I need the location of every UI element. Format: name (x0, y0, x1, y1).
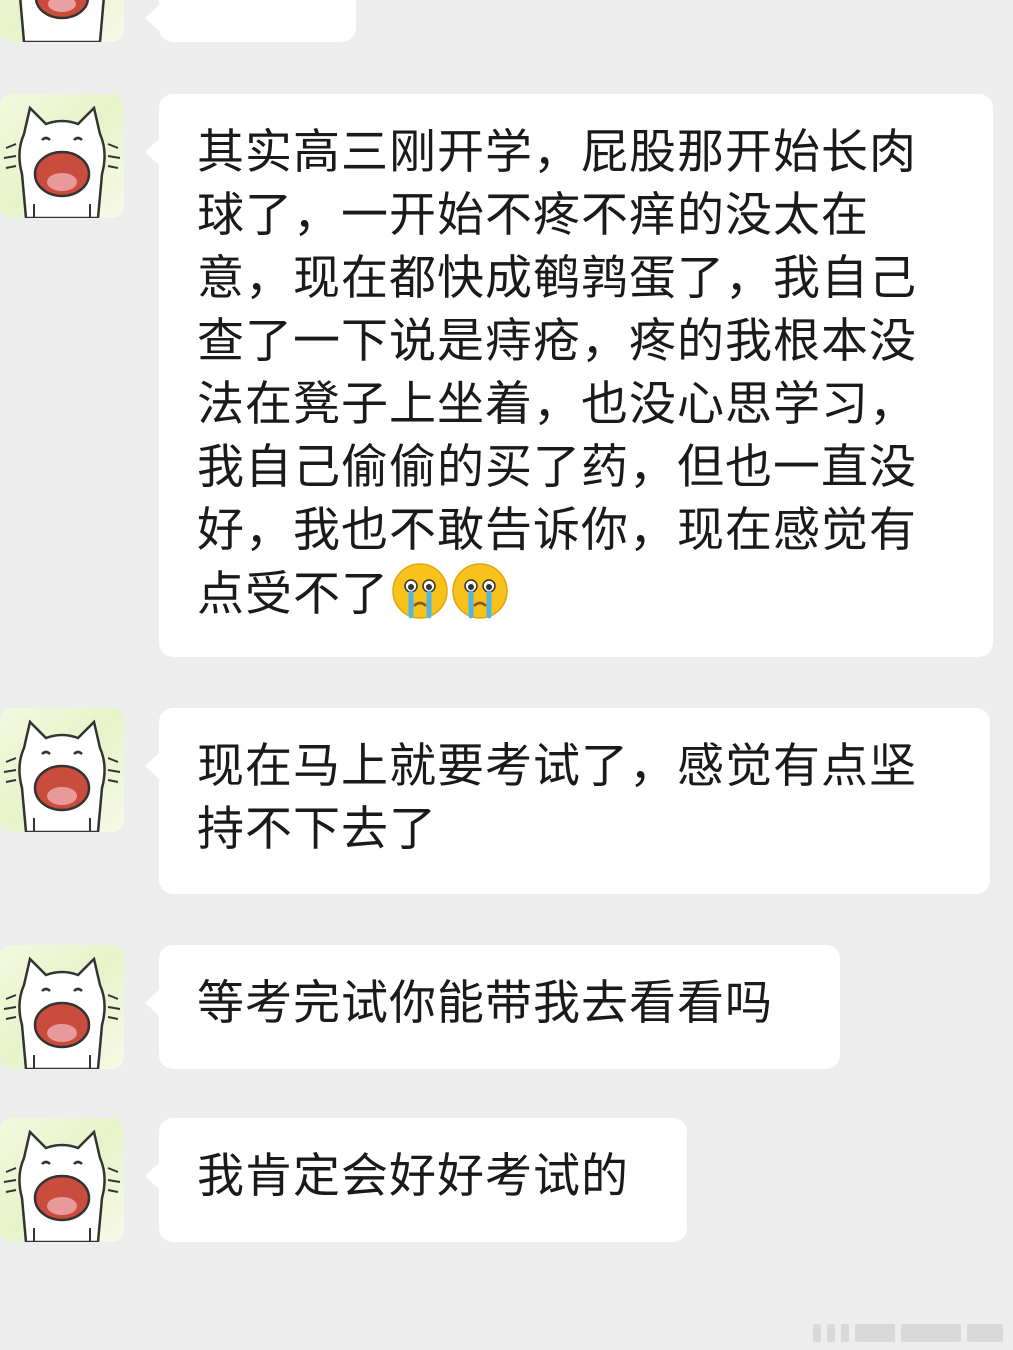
crying-face-icon (452, 563, 508, 619)
avatar[interactable] (0, 708, 124, 832)
crying-cat-avatar-icon (19, 0, 105, 42)
message-bubble[interactable]: 等考完试你能带我去看看吗 (145, 945, 840, 1069)
avatar[interactable] (0, 0, 124, 42)
avatar[interactable] (0, 1118, 124, 1242)
message-bubble[interactable]: 现在马上就要考试了，感觉有点坚持不下去了 (145, 708, 990, 894)
avatar[interactable] (0, 945, 124, 1069)
crying-cat-avatar-icon (3, 719, 121, 832)
message-text: 我肯定会好好考试的 (197, 1149, 629, 1204)
message-text: 现在马上就要考试了，感觉有点坚持不下去了 (197, 739, 917, 857)
crying-cat-avatar-icon (3, 105, 121, 218)
message-bubble[interactable]: 我肯定会好好考试的 (145, 1118, 687, 1242)
watermark (813, 1324, 1003, 1342)
message-bubble[interactable]: 其实高三刚开学，屁股那开始长肉球了，一开始不疼不痒的没太在意，现在都快成鹌鹑蛋了… (145, 94, 993, 657)
crying-cat-avatar-icon (3, 956, 121, 1069)
crying-cat-avatar-icon (3, 1129, 121, 1242)
message-text: 等考完试你能带我去看看吗 (197, 976, 773, 1031)
message-text: 其实高三刚开学，屁股那开始长肉球了，一开始不疼不痒的没太在意，现在都快成鹌鹑蛋了… (197, 125, 917, 622)
avatar[interactable] (0, 94, 124, 218)
crying-face-icon (392, 563, 448, 619)
message-bubble[interactable] (145, 0, 356, 42)
